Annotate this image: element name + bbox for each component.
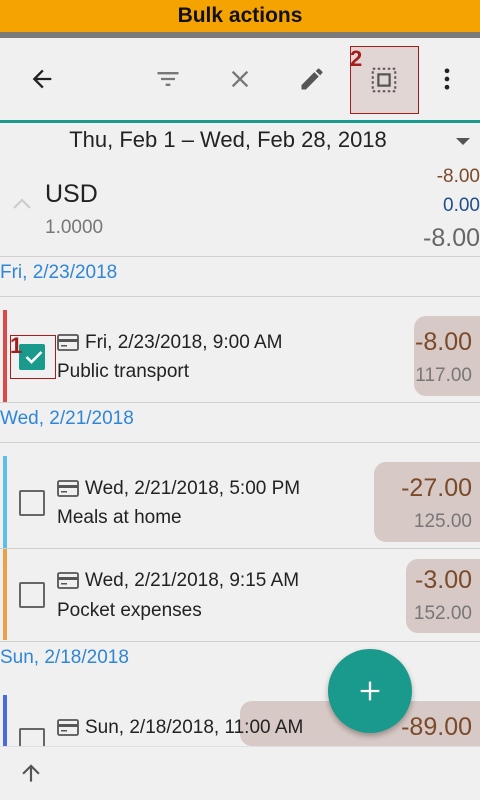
chevron-up-icon[interactable] (10, 196, 34, 212)
day-divider (0, 402, 480, 403)
transaction-datetime: Fri, 2/23/2018, 9:00 AM (85, 332, 283, 353)
more-options-button[interactable] (423, 38, 471, 120)
exchange-rate: 1.0000 (45, 217, 104, 238)
day-header: Fri, 2/23/2018 (0, 262, 118, 283)
credit-card-icon (57, 719, 79, 736)
filter-icon (157, 72, 179, 86)
bulk-actions-banner: Bulk actions (0, 0, 480, 32)
dropdown-arrow-icon[interactable] (456, 138, 470, 145)
select-all-icon (371, 67, 397, 93)
transaction-amount: -8.00 (415, 328, 472, 356)
clear-selection-button[interactable] (216, 38, 264, 120)
row-checkbox[interactable] (19, 344, 45, 370)
bottom-bar (0, 746, 480, 800)
category-color-bar (3, 549, 7, 640)
income-sum: 0.00 (443, 195, 480, 216)
callout-number-1: 1 (10, 333, 23, 358)
category-color-bar (3, 310, 7, 402)
callout-number-2: 2 (350, 46, 363, 71)
running-balance: 152.00 (413, 603, 472, 624)
currency-code: USD (45, 180, 98, 208)
transaction-description: Pocket expenses (57, 600, 202, 621)
credit-card-icon (57, 480, 79, 497)
row-checkbox[interactable] (19, 582, 45, 608)
category-color-bar (3, 456, 7, 548)
transaction-datetime: Wed, 2/21/2018, 5:00 PM (85, 478, 301, 499)
expenses-sum: -8.00 (436, 166, 480, 187)
credit-card-icon (57, 572, 79, 589)
transaction-datetime: Sun, 2/18/2018, 11:00 AM (85, 717, 304, 738)
toolbar-divider (0, 120, 480, 123)
row-checkbox[interactable] (19, 490, 45, 516)
category-color-bar (3, 695, 7, 746)
date-range-label: Thu, Feb 1 – Wed, Feb 28, 2018 (69, 127, 387, 152)
day-divider (0, 641, 480, 642)
row-checkbox[interactable] (19, 728, 45, 746)
checkmark-icon (25, 351, 43, 364)
day-header: Wed, 2/21/2018 (0, 408, 134, 429)
day-header: Sun, 2/18/2018 (0, 647, 129, 668)
pencil-icon (301, 68, 323, 90)
transaction-datetime: Wed, 2/21/2018, 9:15 AM (85, 570, 300, 591)
day-divider (0, 442, 480, 443)
plus-icon (360, 681, 380, 701)
date-range-selector[interactable]: Thu, Feb 1 – Wed, Feb 28, 2018 (0, 124, 480, 158)
transaction-amount: -27.00 (401, 474, 472, 502)
summary-divider (0, 256, 480, 257)
transaction-row[interactable] (0, 549, 480, 641)
close-icon (231, 70, 249, 88)
total-sum: -8.00 (423, 224, 480, 252)
filter-button[interactable] (144, 38, 192, 120)
running-balance: 125.00 (413, 511, 472, 532)
day-divider (0, 296, 480, 297)
more-vert-icon (444, 68, 450, 90)
running-balance: 117.00 (415, 365, 472, 386)
arrow-left-icon (32, 69, 52, 89)
transaction-description: Meals at home (57, 507, 182, 528)
credit-card-icon (57, 334, 79, 351)
transaction-amount: -3.00 (415, 566, 472, 594)
transaction-description: Public transport (57, 361, 190, 382)
add-transaction-button[interactable] (328, 649, 412, 733)
edit-button[interactable] (288, 38, 336, 120)
arrow-up-icon[interactable] (18, 759, 44, 787)
back-button[interactable] (18, 38, 66, 120)
